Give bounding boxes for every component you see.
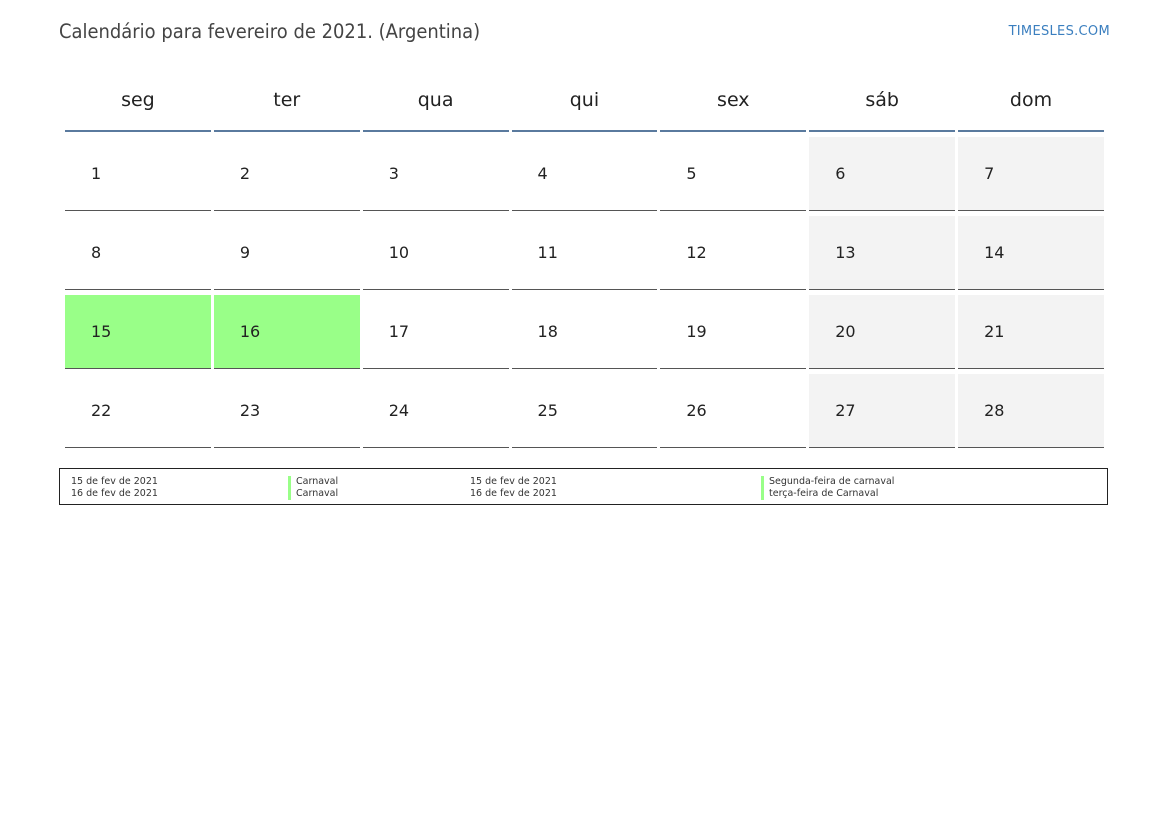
day-cell: 22: [65, 374, 211, 448]
day-cell: 5: [660, 137, 807, 211]
legend-holiday-name: terça-feira de Carnaval: [761, 488, 894, 500]
weekday-thu: qui: [511, 78, 658, 132]
weekend-day-cell: 28: [958, 374, 1104, 448]
day-cell: 4: [511, 137, 658, 211]
legend-date: 15 de fev de 2021: [470, 476, 557, 487]
brand-link[interactable]: TIMESLES.COM: [1009, 24, 1110, 39]
day-cell: 1: [65, 137, 211, 211]
holiday-day-cell: 15: [65, 295, 211, 369]
day-cell: 23: [213, 374, 360, 448]
legend-holiday-name: Carnaval: [288, 488, 338, 500]
weekend-day-cell: 20: [809, 295, 956, 369]
weekend-day-cell: 21: [958, 295, 1104, 369]
day-cell: 3: [362, 137, 509, 211]
holiday-day-cell: 16: [213, 295, 360, 369]
week-row: 15 16 17 18 19 20 21: [65, 295, 1104, 369]
holiday-legend: 15 de fev de 2021 16 de fev de 2021 Carn…: [59, 468, 1108, 505]
week-row: 22 23 24 25 26 27 28: [65, 374, 1104, 448]
page-title: Calendário para fevereiro de 2021. (Arge…: [59, 20, 481, 43]
weekend-day-cell: 7: [958, 137, 1104, 211]
legend-date: 16 de fev de 2021: [470, 488, 557, 499]
week-row: 8 9 10 11 12 13 14: [65, 216, 1104, 290]
day-cell: 19: [660, 295, 807, 369]
day-cell: 11: [511, 216, 658, 290]
day-cell: 12: [660, 216, 807, 290]
weekday-sat: sáb: [809, 78, 956, 132]
legend-holiday-name: Segunda-feira de carnaval: [761, 476, 894, 488]
day-cell: 9: [213, 216, 360, 290]
legend-names-left: Carnaval Carnaval: [288, 476, 338, 500]
weekend-day-cell: 13: [809, 216, 956, 290]
calendar-grid: seg ter qua qui sex sáb dom 1 2 3 4 5 6 …: [62, 78, 1107, 448]
weekend-day-cell: 6: [809, 137, 956, 211]
legend-dates-left: 15 de fev de 2021 16 de fev de 2021: [71, 476, 158, 500]
day-cell: 26: [660, 374, 807, 448]
week-row: 1 2 3 4 5 6 7: [65, 137, 1104, 211]
day-cell: 2: [213, 137, 360, 211]
legend-date: 15 de fev de 2021: [71, 476, 158, 487]
day-cell: 8: [65, 216, 211, 290]
weekend-day-cell: 27: [809, 374, 956, 448]
weekday-wed: qua: [362, 78, 509, 132]
legend-holiday-name: Carnaval: [288, 476, 338, 488]
legend-names-right: Segunda-feira de carnaval terça-feira de…: [761, 476, 894, 500]
day-cell: 24: [362, 374, 509, 448]
weekday-mon: seg: [65, 78, 211, 132]
day-cell: 10: [362, 216, 509, 290]
weekday-tue: ter: [213, 78, 360, 132]
weekend-day-cell: 14: [958, 216, 1104, 290]
day-cell: 25: [511, 374, 658, 448]
weekday-header-row: seg ter qua qui sex sáb dom: [65, 78, 1104, 132]
day-cell: 17: [362, 295, 509, 369]
legend-date: 16 de fev de 2021: [71, 488, 158, 499]
weekday-sun: dom: [958, 78, 1104, 132]
weekday-fri: sex: [660, 78, 807, 132]
day-cell: 18: [511, 295, 658, 369]
legend-dates-right: 15 de fev de 2021 16 de fev de 2021: [470, 476, 557, 500]
